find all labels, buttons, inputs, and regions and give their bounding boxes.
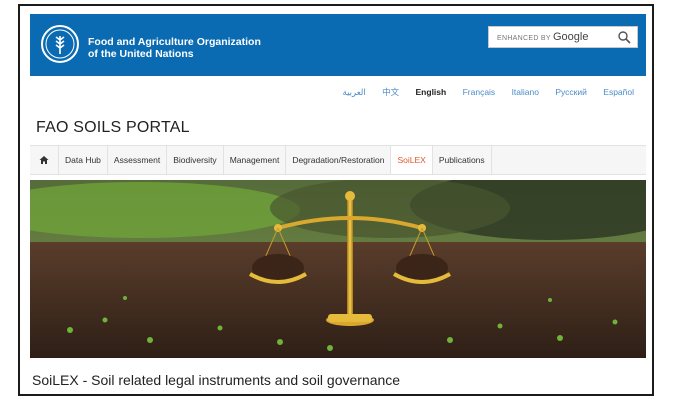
nav-item-biodiversity[interactable]: Biodiversity (167, 146, 224, 174)
nav-item-soilex[interactable]: SoiLEX (391, 146, 433, 174)
nav-item-publications[interactable]: Publications (433, 146, 492, 174)
browser-frame: Food and Agriculture Organization of the… (18, 4, 654, 396)
lang-french[interactable]: Français (463, 87, 496, 97)
search-label-brand: Google (553, 31, 589, 43)
lang-arabic[interactable]: العربية (343, 87, 366, 97)
search-input[interactable]: ENHANCED BY Google (488, 26, 638, 48)
lang-spanish[interactable]: Español (603, 87, 634, 97)
nav-home[interactable] (30, 146, 59, 174)
search-icon[interactable] (617, 30, 631, 44)
home-icon (39, 156, 49, 164)
lang-chinese[interactable]: 中文 (382, 87, 399, 97)
nav-item-assessment[interactable]: Assessment (108, 146, 168, 174)
nav-item-data-hub[interactable]: Data Hub (59, 146, 108, 174)
portal-title[interactable]: FAO SOILS PORTAL (36, 119, 190, 137)
org-name-line2: of the United Nations (88, 48, 194, 60)
org-name[interactable]: Food and Agriculture Organization of the… (88, 36, 261, 60)
fao-logo-icon[interactable] (40, 24, 80, 64)
hero-image (30, 180, 646, 358)
org-name-line1: Food and Agriculture Organization (88, 36, 261, 48)
nav-item-management[interactable]: Management (224, 146, 287, 174)
site-header: Food and Agriculture Organization of the… (30, 14, 646, 76)
main-nav: Data Hub Assessment Biodiversity Managem… (30, 145, 646, 175)
search-placeholder: ENHANCED BY Google (497, 31, 588, 43)
lang-russian[interactable]: Русский (555, 87, 587, 97)
page-title: SoiLEX - Soil related legal instruments … (32, 372, 401, 388)
nav-item-degradation-restoration[interactable]: Degradation/Restoration (286, 146, 392, 174)
lang-italian[interactable]: Italiano (512, 87, 539, 97)
language-switcher: العربية 中文 English Français Italiano Рус… (329, 86, 634, 98)
hero-banner (30, 180, 646, 358)
lang-english[interactable]: English (416, 87, 447, 97)
search-label-small: ENHANCED BY (497, 35, 551, 42)
